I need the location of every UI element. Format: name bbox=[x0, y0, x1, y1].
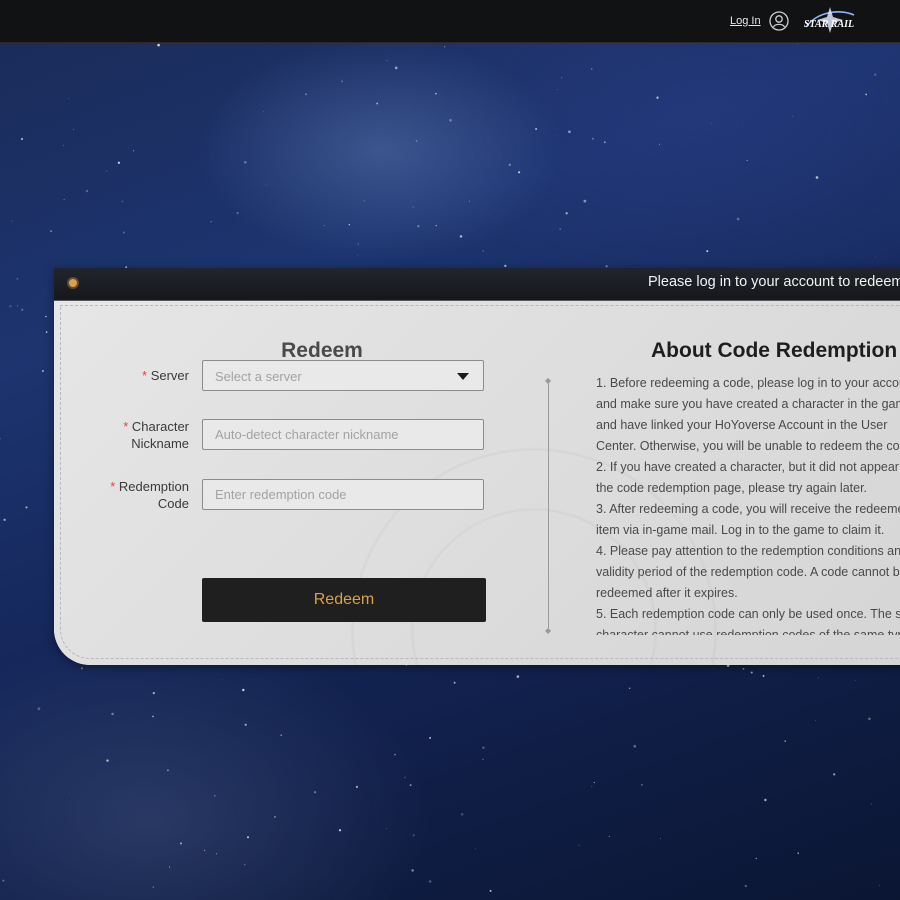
about-list[interactable]: 1. Before redeeming a code, please log i… bbox=[596, 373, 900, 635]
server-select-placeholder: Select a server bbox=[215, 369, 302, 384]
server-select[interactable]: Select a server bbox=[202, 360, 484, 391]
required-marker: * bbox=[123, 419, 129, 434]
server-label: * Server bbox=[142, 368, 189, 383]
redeem-button[interactable]: Redeem bbox=[202, 578, 486, 622]
about-title: About Code Redemption bbox=[651, 339, 898, 362]
status-dot-icon bbox=[69, 279, 77, 287]
caret-down-icon bbox=[457, 373, 469, 380]
divider-cap-bottom: ◆ bbox=[545, 626, 552, 635]
panel-header: Please log in to your account to redeem bbox=[54, 268, 900, 301]
redemption-panel: Please log in to your account to redeem … bbox=[54, 268, 900, 665]
nickname-label: * Character Nickname bbox=[123, 419, 189, 451]
redemption-code-field[interactable] bbox=[202, 479, 484, 510]
about-item: 4. Please pay attention to the redemptio… bbox=[596, 544, 900, 600]
nickname-field[interactable] bbox=[202, 419, 484, 450]
about-item: 2. If you have created a character, but … bbox=[596, 460, 900, 495]
required-marker: * bbox=[142, 368, 148, 383]
required-marker: * bbox=[110, 479, 116, 494]
login-link[interactable]: Log In bbox=[730, 15, 761, 27]
user-circle-icon[interactable] bbox=[769, 11, 789, 31]
about-item: 5. Each redemption code can only be used… bbox=[596, 607, 900, 635]
star-rail-logo[interactable]: STAR RAIL bbox=[800, 5, 858, 37]
about-item: 3. After redeeming a code, you will rece… bbox=[596, 502, 900, 537]
redemption-code-label: * Redemption Code bbox=[110, 479, 189, 511]
svg-text:STAR RAIL: STAR RAIL bbox=[804, 19, 854, 30]
about-item: 1. Before redeeming a code, please log i… bbox=[596, 376, 900, 453]
vertical-divider bbox=[548, 383, 549, 628]
top-nav-bar: Log In STAR RAIL bbox=[0, 0, 900, 43]
panel-body: Redeem Code * Server Select a server * C… bbox=[54, 301, 900, 665]
login-notice: Please log in to your account to redeem bbox=[648, 274, 900, 290]
